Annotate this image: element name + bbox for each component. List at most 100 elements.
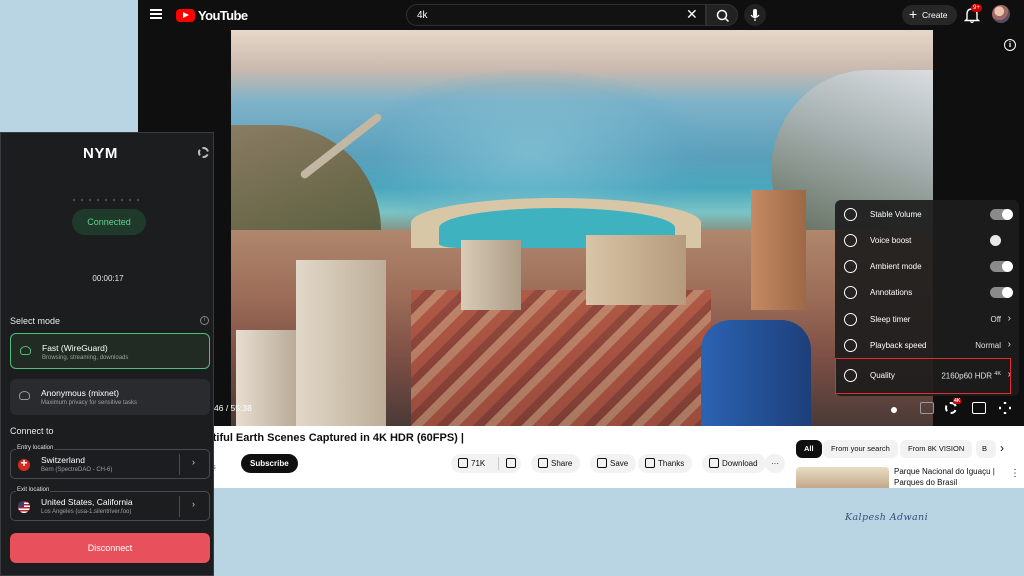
fast-mode-icon bbox=[20, 346, 31, 355]
save-button[interactable]: Save bbox=[590, 454, 637, 473]
clear-search-icon[interactable]: ✕ bbox=[686, 6, 698, 22]
recommendation-thumbnail[interactable] bbox=[796, 467, 889, 488]
menu-item-annotations[interactable]: Annotations bbox=[835, 280, 1019, 306]
chip-all[interactable]: All bbox=[796, 440, 822, 458]
more-actions-button[interactable]: ··· bbox=[765, 454, 785, 473]
thumbs-down-icon[interactable] bbox=[506, 458, 516, 468]
like-count[interactable]: 71K bbox=[471, 459, 485, 468]
chip-from-8k-vision[interactable]: From 8K VISION bbox=[900, 440, 973, 458]
thanks-label: Thanks bbox=[658, 459, 685, 468]
divider bbox=[179, 496, 180, 517]
youtube-window: YouTube ✕ Create 9+ bbox=[138, 0, 1024, 488]
video-time: 46 / 55:38 bbox=[214, 403, 252, 413]
like-dislike-group: 71K bbox=[451, 454, 522, 473]
share-button[interactable]: Share bbox=[531, 454, 581, 473]
mode-fast-wireguard[interactable]: Fast (WireGuard) Browsing, streaming, do… bbox=[10, 333, 210, 369]
disconnect-button[interactable]: Disconnect bbox=[10, 533, 210, 563]
captions-icon[interactable] bbox=[920, 402, 934, 414]
menu-item-voice-boost[interactable]: Voice boost bbox=[835, 228, 1019, 254]
thumbs-up-icon[interactable] bbox=[458, 458, 468, 468]
sleep-timer-icon bbox=[844, 313, 857, 326]
info-icon[interactable]: i bbox=[200, 316, 209, 325]
menu-item-label: Ambient mode bbox=[870, 262, 922, 271]
entry-location-name: Switzerland bbox=[41, 455, 85, 465]
menu-item-label: Annotations bbox=[870, 288, 913, 297]
anonymous-mode-icon bbox=[19, 391, 30, 400]
select-mode-heading: Select mode bbox=[10, 316, 61, 326]
video-frame[interactable] bbox=[231, 30, 933, 426]
youtube-logo-text: YouTube bbox=[198, 7, 248, 23]
connect-to-heading: Connect to bbox=[10, 426, 54, 436]
subscribe-button[interactable]: Subscribe bbox=[241, 454, 298, 473]
chip-partial[interactable]: B bbox=[976, 440, 996, 458]
mode-subtitle: Browsing, streaming, downloads bbox=[42, 355, 129, 361]
bookmark-icon bbox=[597, 458, 607, 468]
mode-subtitle: Maximum privacy for sensitive tasks bbox=[41, 400, 138, 406]
voice-boost-icon bbox=[844, 234, 857, 247]
chevron-right-icon: › bbox=[1007, 313, 1011, 324]
annotations-toggle[interactable] bbox=[990, 287, 1013, 298]
menu-item-label: Sleep timer bbox=[870, 315, 911, 324]
quality-badge: 4K bbox=[953, 398, 962, 404]
entry-location-server: Bern (SpectreDAO - CH-6) bbox=[41, 467, 113, 473]
thanks-button[interactable]: Thanks bbox=[638, 454, 693, 473]
youtube-logo[interactable]: YouTube bbox=[176, 7, 248, 23]
menu-icon[interactable] bbox=[150, 9, 162, 19]
entry-location-label: Entry location bbox=[16, 445, 55, 451]
exit-location-selector[interactable]: United States, California Los Angeles (u… bbox=[10, 491, 210, 521]
menu-item-stable-volume[interactable]: Stable Volume bbox=[835, 202, 1019, 228]
chevron-right-icon[interactable]: › bbox=[192, 457, 195, 467]
usa-flag-icon bbox=[18, 501, 30, 513]
exit-location-label: Exit location bbox=[16, 487, 51, 493]
chip-from-your-search[interactable]: From your search bbox=[823, 440, 898, 458]
download-button[interactable]: Download bbox=[702, 454, 766, 473]
settings-gear-icon[interactable] bbox=[198, 147, 209, 158]
settings-menu: Stable Volume Voice boost Ambient mode A… bbox=[835, 200, 1019, 396]
voice-search-button[interactable] bbox=[744, 4, 766, 26]
ambient-mode-toggle[interactable] bbox=[990, 261, 1013, 272]
annotations-icon bbox=[844, 286, 857, 299]
recommendation-title[interactable]: Parque Nacional do Iguaçu | Parques do B… bbox=[894, 466, 999, 488]
share-label: Share bbox=[551, 459, 573, 468]
entry-location-selector[interactable]: Switzerland Bern (SpectreDAO - CH-6) › bbox=[10, 449, 210, 479]
divider bbox=[498, 457, 499, 470]
search-button[interactable] bbox=[706, 4, 738, 26]
mode-anonymous-mixnet[interactable]: Anonymous (mixnet) Maximum privacy for s… bbox=[10, 379, 210, 415]
chevron-right-icon[interactable]: › bbox=[1000, 441, 1004, 455]
menu-item-playback-speed[interactable]: Playback speed Normal › bbox=[835, 333, 1019, 359]
stable-volume-toggle[interactable] bbox=[990, 209, 1013, 220]
chevron-right-icon: › bbox=[1007, 339, 1011, 350]
menu-item-label: Voice boost bbox=[870, 236, 912, 245]
menu-item-label: Stable Volume bbox=[870, 210, 922, 219]
notification-count-badge: 9+ bbox=[971, 4, 982, 12]
search-input[interactable] bbox=[407, 5, 667, 26]
chevron-right-icon[interactable]: › bbox=[192, 499, 195, 509]
mode-title: Fast (WireGuard) bbox=[42, 343, 108, 353]
menu-item-ambient-mode[interactable]: Ambient mode bbox=[835, 254, 1019, 280]
menu-item-value: Normal bbox=[975, 341, 1001, 350]
search-icon bbox=[716, 9, 730, 23]
info-icon[interactable]: i bbox=[1004, 39, 1016, 51]
more-vert-icon[interactable]: ⋮ bbox=[1010, 468, 1020, 479]
download-icon bbox=[709, 458, 719, 468]
exit-location-server: Los Angeles (usa-1.silentriver.foo) bbox=[41, 509, 132, 515]
ambient-mode-icon bbox=[844, 260, 857, 273]
thanks-heart-icon bbox=[645, 458, 655, 468]
divider bbox=[179, 454, 180, 475]
video-info-area: utiful Earth Scenes Captured in 4K HDR (… bbox=[138, 426, 1024, 488]
menu-item-sleep-timer[interactable]: Sleep timer Off › bbox=[835, 307, 1019, 333]
fullscreen-icon[interactable] bbox=[999, 402, 1011, 414]
nym-logo: NYM bbox=[83, 145, 118, 162]
video-rooftops bbox=[411, 290, 711, 426]
theater-mode-icon[interactable] bbox=[972, 402, 986, 414]
create-button[interactable]: Create bbox=[902, 5, 957, 25]
video-building bbox=[461, 240, 521, 310]
author-signature: Kalpesh Adwani bbox=[845, 512, 929, 523]
voice-boost-toggle[interactable] bbox=[990, 235, 1012, 246]
video-player[interactable]: i 46 / 55:38 4K Stable Volume Voice boos… bbox=[138, 30, 1024, 426]
video-building bbox=[751, 190, 806, 310]
exit-location-name: United States, California bbox=[41, 497, 133, 507]
autoplay-toggle-icon[interactable] bbox=[891, 407, 897, 413]
account-avatar[interactable] bbox=[992, 5, 1010, 23]
connection-progress-dots bbox=[73, 199, 143, 201]
